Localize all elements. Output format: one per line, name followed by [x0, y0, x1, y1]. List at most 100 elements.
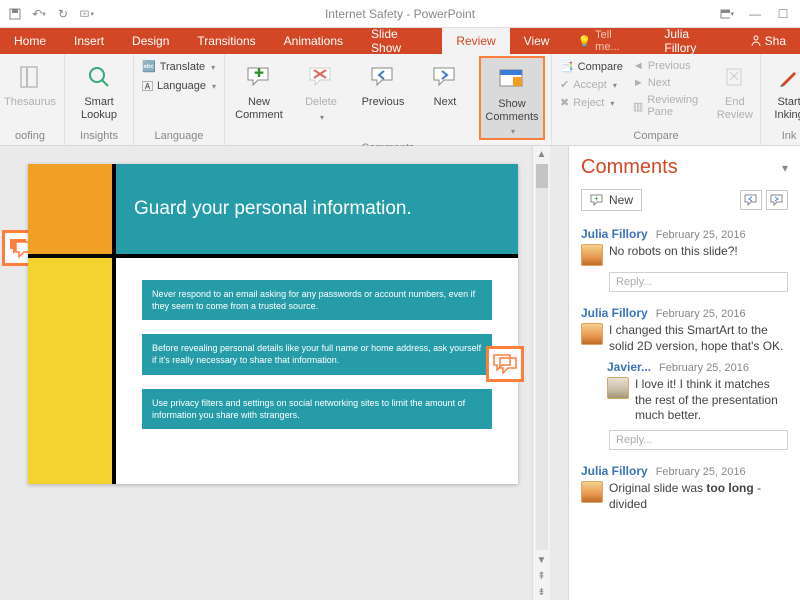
- comment-author[interactable]: Julia Fillory: [581, 306, 648, 320]
- tab-slideshow[interactable]: Slide Show: [357, 28, 442, 54]
- ribbon-display-icon[interactable]: ▾: [720, 7, 734, 21]
- slide-bullet: Use privacy filters and settings on soci…: [142, 389, 492, 429]
- smart-lookup-button[interactable]: Smart Lookup: [71, 56, 127, 121]
- avatar: [581, 481, 603, 503]
- smart-lookup-label: Smart Lookup: [81, 96, 117, 121]
- reject-icon: ✖: [560, 96, 569, 109]
- comment-bubble-icon: [493, 353, 517, 375]
- start-from-beginning-icon[interactable]: ▾: [80, 7, 94, 21]
- scroll-thumb[interactable]: [536, 164, 548, 188]
- comment-author[interactable]: Javier...: [607, 360, 651, 374]
- pane-menu-icon[interactable]: ▾: [782, 161, 788, 175]
- compare-previous-button[interactable]: ◄Previous: [631, 58, 710, 74]
- compare-next-button[interactable]: ►Next: [631, 75, 710, 91]
- comment-date: February 25, 2016: [656, 308, 746, 320]
- compare-button[interactable]: 📑Compare: [558, 58, 625, 75]
- start-inking-button[interactable]: Start Inking: [767, 56, 800, 121]
- new-comment-pane-button[interactable]: + New: [581, 189, 642, 211]
- minimize-icon[interactable]: —: [748, 7, 762, 21]
- group-insights: Smart Lookup Insights: [65, 54, 134, 145]
- redo-icon[interactable]: ↻: [56, 7, 70, 21]
- tab-tellme[interactable]: 💡Tell me...: [563, 28, 650, 54]
- slide-title: Guard your personal information.: [112, 164, 518, 254]
- titlebar: ↶▾ ↻ ▾ Internet Safety - PowerPoint ▾ — …: [0, 0, 800, 28]
- next-slide-icon[interactable]: ⇟: [537, 584, 545, 600]
- group-comments: ✚ New Comment Delete Previous Next Show …: [225, 54, 552, 145]
- tab-home[interactable]: Home: [0, 28, 60, 54]
- previous-slide-icon[interactable]: ⇞: [537, 568, 545, 584]
- translate-button[interactable]: 🔤 Translate: [140, 58, 218, 75]
- reply-input[interactable]: Reply...: [609, 272, 788, 292]
- tab-design[interactable]: Design: [118, 28, 183, 54]
- accept-button[interactable]: ✔Accept: [558, 76, 625, 93]
- comment-text: Original slide was too long - divided: [609, 481, 788, 512]
- language-button[interactable]: 🄰Language: [140, 76, 218, 96]
- comment-text: No robots on this slide?!: [609, 244, 738, 266]
- end-review-icon: [724, 60, 746, 94]
- tab-insert[interactable]: Insert: [60, 28, 118, 54]
- next-comment-button[interactable]: Next: [417, 56, 473, 109]
- comment-marker-right[interactable]: [486, 346, 524, 382]
- scroll-up-icon[interactable]: ▲: [537, 146, 547, 162]
- share-label: Sha: [765, 34, 786, 48]
- tab-animations[interactable]: Animations: [270, 28, 357, 54]
- avatar: [607, 377, 629, 399]
- workarea: Guard your personal information. Never r…: [0, 146, 800, 600]
- comment-text-part: Original slide was: [609, 481, 706, 495]
- svg-text:+: +: [594, 194, 599, 203]
- comment-date: February 25, 2016: [656, 466, 746, 478]
- group-label-compare: Compare: [558, 128, 754, 145]
- next-comment-label: Next: [434, 96, 457, 109]
- reply-input[interactable]: Reply...: [609, 430, 788, 450]
- compare-prev-label: Previous: [648, 60, 691, 72]
- reviewing-pane-button[interactable]: ▥Reviewing Pane: [631, 92, 710, 120]
- translate-icon: 🔤: [142, 60, 156, 73]
- comments-next-button[interactable]: [766, 190, 788, 210]
- next-comment-icon: [432, 60, 458, 94]
- scroll-down-icon[interactable]: ▼: [537, 552, 547, 568]
- reject-button[interactable]: ✖Reject: [558, 94, 625, 111]
- language-label: Language: [157, 80, 206, 92]
- start-inking-label: Start Inking: [774, 96, 800, 121]
- comment-author[interactable]: Julia Fillory: [581, 464, 648, 478]
- translate-label: Translate: [160, 61, 205, 73]
- comment-thread: Julia Fillory February 25, 2016 Original …: [569, 458, 800, 516]
- new-comment-button[interactable]: ✚ New Comment: [231, 56, 287, 121]
- thesaurus-icon: [17, 60, 43, 94]
- comments-prev-button[interactable]: [740, 190, 762, 210]
- vertical-scrollbar[interactable]: ▲ ▼ ⇞ ⇟: [532, 146, 550, 600]
- group-proofing: Thesaurus oofing: [0, 54, 65, 145]
- accept-label: Accept: [573, 79, 607, 91]
- tab-view[interactable]: View: [510, 28, 564, 54]
- share-button[interactable]: Sha: [736, 28, 800, 54]
- save-icon[interactable]: [8, 7, 22, 21]
- slide-region: Guard your personal information. Never r…: [0, 146, 568, 600]
- group-label-insights: Insights: [71, 128, 127, 145]
- previous-comment-label: Previous: [362, 96, 405, 109]
- delete-comment-button[interactable]: Delete: [293, 56, 349, 123]
- avatar: [581, 244, 603, 266]
- next-icon: ►: [633, 77, 644, 89]
- end-review-button[interactable]: End Review: [716, 56, 755, 121]
- group-language: 🔤 Translate 🄰Language Language: [134, 54, 225, 145]
- tab-review[interactable]: Review: [442, 28, 509, 54]
- slide-canvas[interactable]: Guard your personal information. Never r…: [28, 164, 518, 484]
- tab-transitions[interactable]: Transitions: [183, 28, 269, 54]
- inking-icon: [778, 60, 800, 94]
- scroll-track[interactable]: [536, 164, 548, 550]
- show-comments-button[interactable]: Show Comments: [479, 56, 545, 140]
- comment-text: I love it! I think it matches the rest o…: [635, 377, 788, 424]
- comment-author[interactable]: Julia Fillory: [581, 227, 648, 241]
- thesaurus-button[interactable]: Thesaurus: [2, 56, 58, 109]
- maximize-icon[interactable]: ☐: [776, 7, 790, 21]
- previous-comment-button[interactable]: Previous: [355, 56, 411, 109]
- svg-text:✚: ✚: [254, 66, 264, 80]
- window-title: Internet Safety - PowerPoint: [0, 7, 800, 21]
- comment-date: February 25, 2016: [656, 229, 746, 241]
- user-name[interactable]: Julia Fillory: [650, 28, 735, 54]
- delete-comment-label: Delete: [305, 96, 337, 109]
- undo-icon[interactable]: ↶▾: [32, 7, 46, 21]
- new-comment-small-icon: +: [590, 194, 604, 206]
- group-label-language: Language: [140, 128, 218, 145]
- comment-thread: Julia FilloryFebruary 25, 2016 I changed…: [569, 300, 800, 458]
